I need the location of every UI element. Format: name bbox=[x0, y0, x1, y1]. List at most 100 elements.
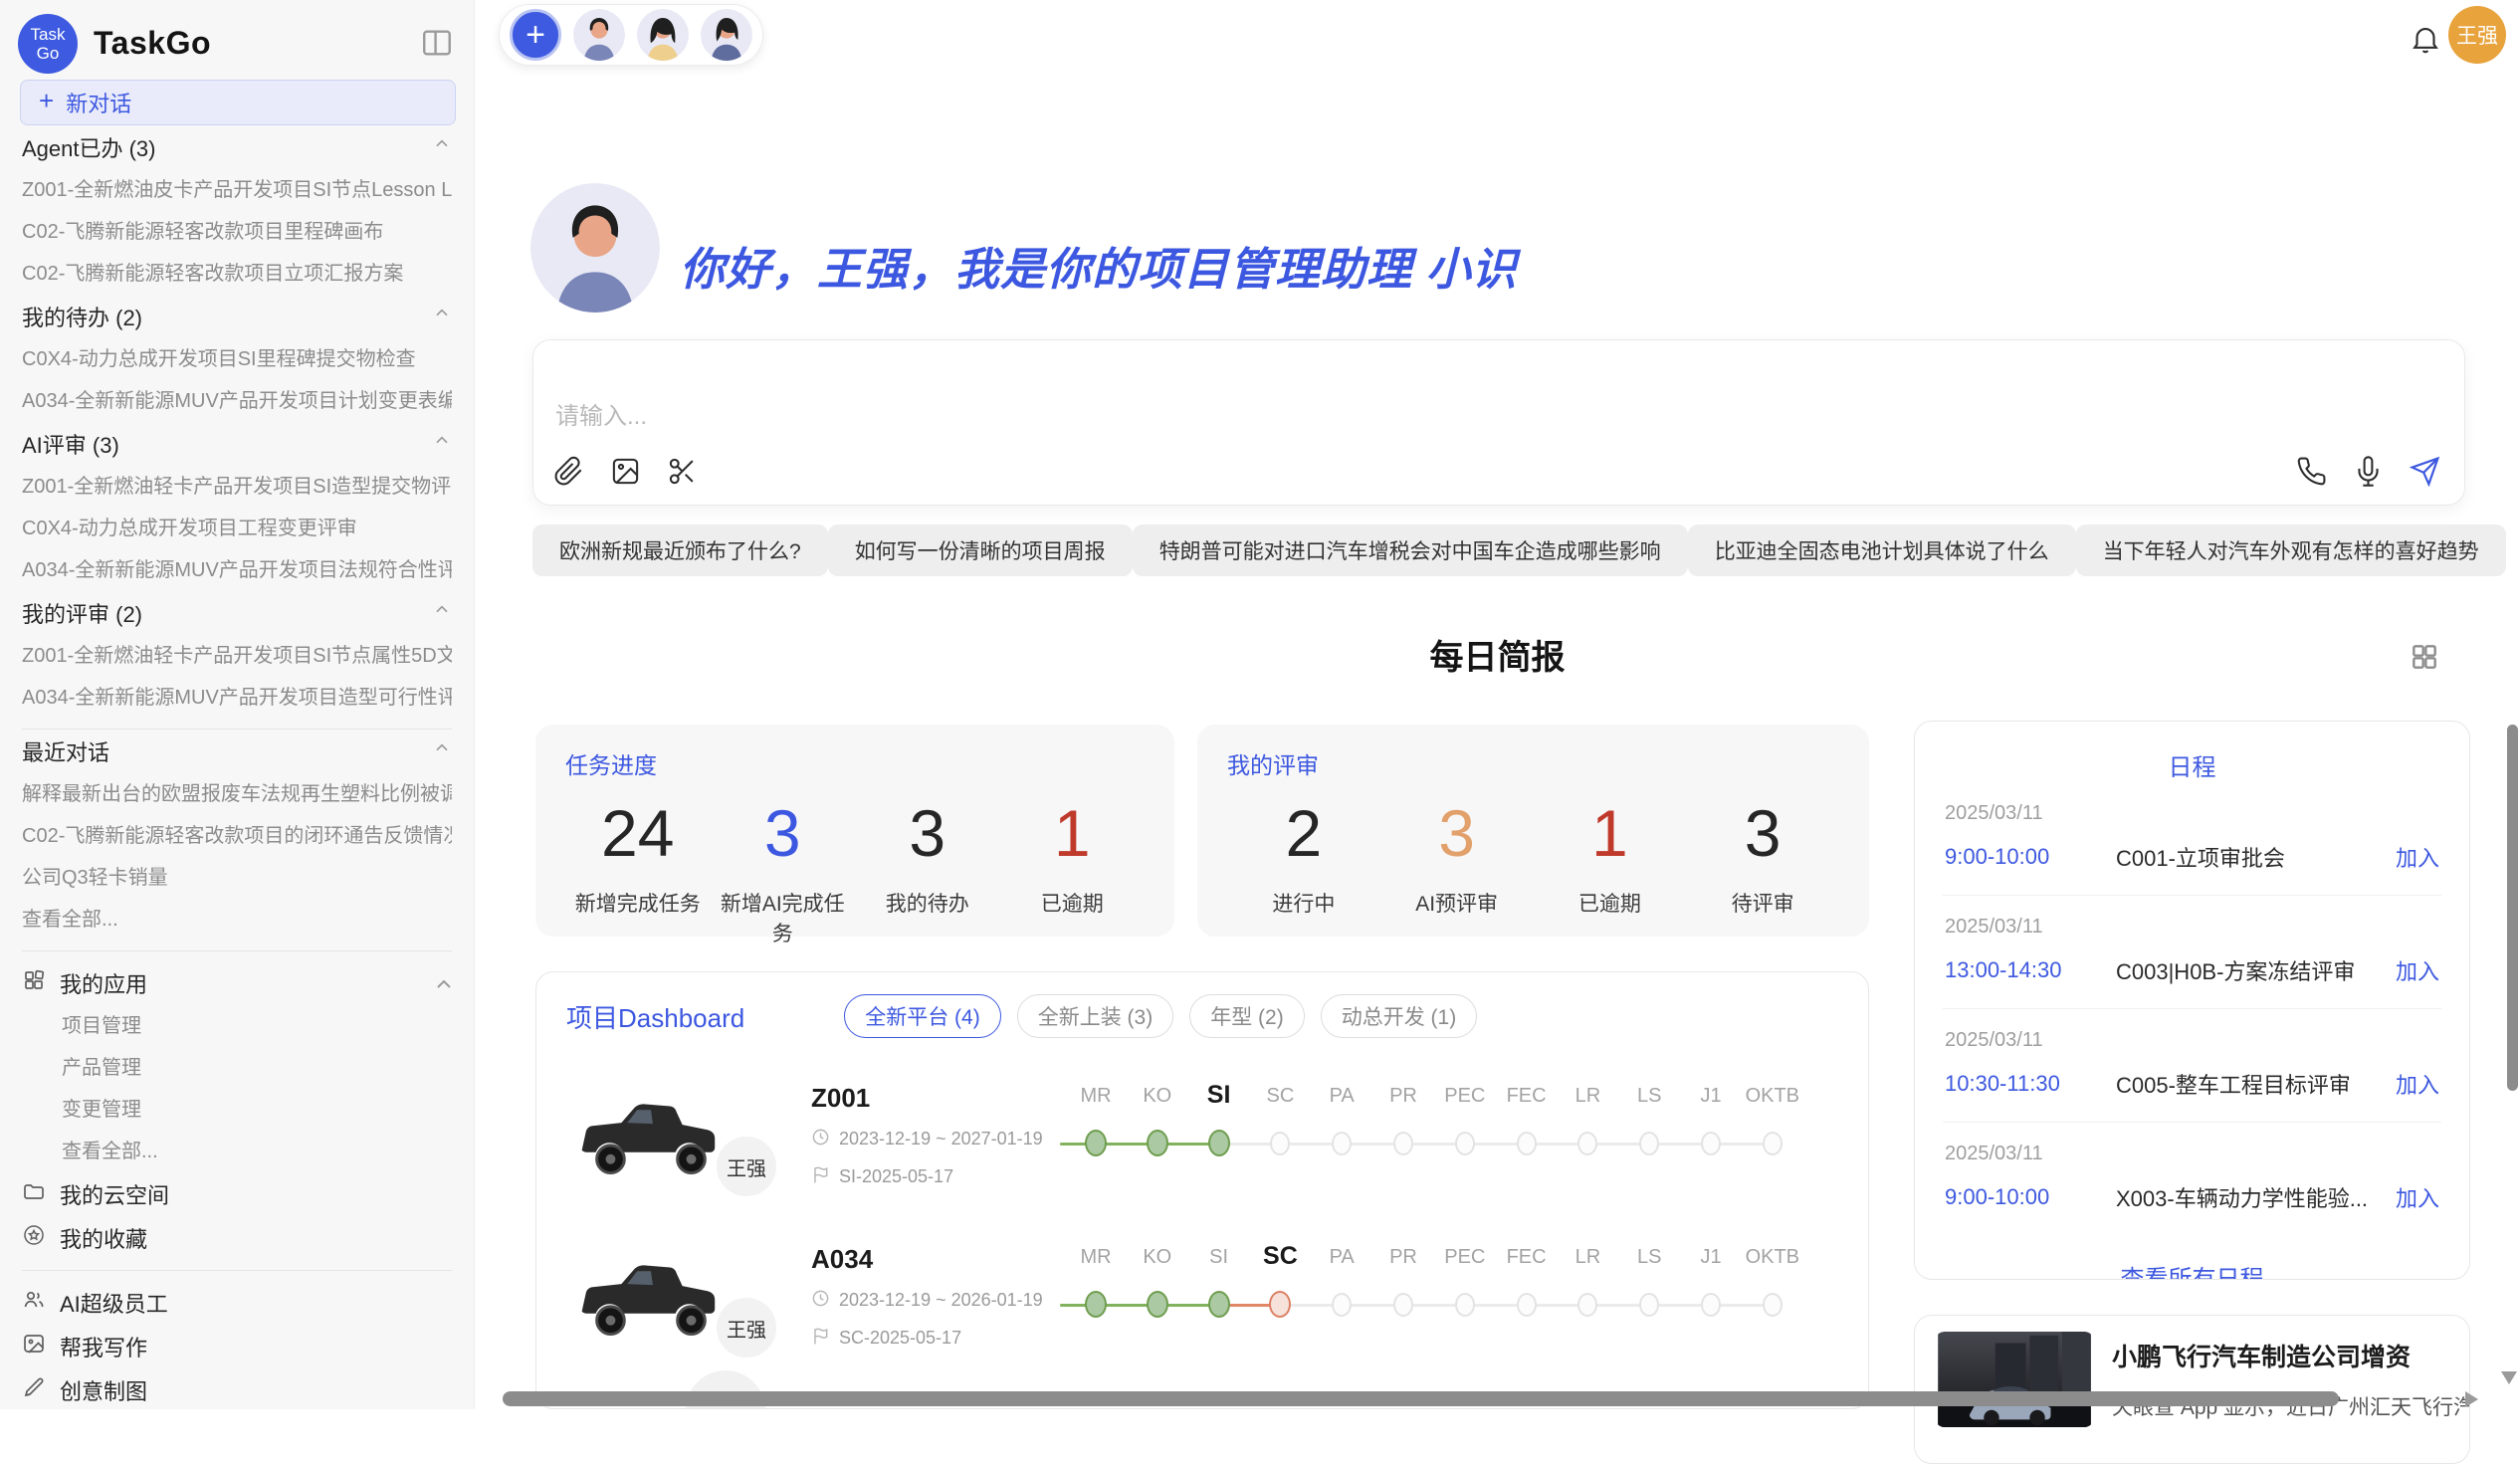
sidebar-row-label: 帮我写作 bbox=[60, 1331, 452, 1362]
schedule-title: 日程 bbox=[1943, 747, 2441, 782]
dashboard-filter-chip[interactable]: 动总开发 (1) bbox=[1321, 994, 1478, 1038]
new-chat-button[interactable]: + 新对话 bbox=[20, 80, 456, 125]
scissors-icon[interactable] bbox=[667, 456, 698, 487]
new-session-button[interactable]: + bbox=[510, 9, 561, 61]
schedule-event: 2025/03/11 13:00-14:30C003|H0B-方案冻结评审加入 bbox=[1943, 896, 2441, 1009]
sidebar-section-header[interactable]: 我的评审 (2) bbox=[22, 591, 452, 635]
project-code: A034 bbox=[811, 1244, 1060, 1275]
view-all-chats-link[interactable]: 查看全部... bbox=[22, 899, 452, 941]
dashboard-filter-chip[interactable]: 全新平台 (4) bbox=[844, 994, 1001, 1038]
sidebar-item-help-me-write[interactable]: 帮我写作 bbox=[22, 1325, 452, 1368]
milestone-dot bbox=[1393, 1132, 1413, 1155]
dashboard-filter-chip[interactable]: 全新上装 (3) bbox=[1017, 994, 1174, 1038]
paperclip-icon[interactable] bbox=[553, 456, 584, 487]
stat-value: 3 bbox=[855, 794, 1000, 872]
user-avatar[interactable]: 王强 bbox=[2448, 6, 2506, 64]
sidebar-section-header[interactable]: Agent已办 (3) bbox=[22, 125, 452, 169]
milestone-dot bbox=[1332, 1293, 1352, 1317]
sidebar-section-header[interactable]: AI评审 (3) bbox=[22, 422, 452, 466]
join-link[interactable]: 加入 bbox=[2396, 841, 2439, 873]
join-link[interactable]: 加入 bbox=[2396, 954, 2439, 986]
milestone-dot bbox=[1147, 1291, 1168, 1318]
event-date: 2025/03/11 bbox=[1945, 916, 2439, 939]
session-avatar[interactable] bbox=[637, 9, 689, 61]
sidebar-item[interactable]: C0X4-动力总成开发项目工程变更评审 bbox=[22, 508, 452, 549]
stat-item: 2进行中 bbox=[1227, 794, 1380, 918]
scroll-right-arrow-icon[interactable] bbox=[2465, 1391, 2478, 1407]
sidebar-item[interactable]: Z001-全新燃油轻卡产品开发项目SI节点属性5D文件评审 bbox=[22, 635, 452, 677]
layout-grid-icon[interactable] bbox=[2409, 641, 2440, 673]
microphone-icon[interactable] bbox=[2353, 456, 2384, 487]
milestone-dot bbox=[1639, 1132, 1659, 1155]
sidebar-item-favorites[interactable]: 我的收藏 bbox=[22, 1216, 452, 1260]
app-sub-item[interactable]: 变更管理 bbox=[22, 1089, 452, 1131]
date-range-text: 2023-12-19 ~ 2026-01-19 bbox=[839, 1290, 1043, 1311]
phone-icon[interactable] bbox=[2296, 456, 2327, 487]
stat-label: 新增完成任务 bbox=[565, 888, 711, 918]
sidebar-item[interactable]: Z001-全新燃油轻卡产品开发项目SI造型提交物评审 bbox=[22, 466, 452, 508]
join-link[interactable]: 加入 bbox=[2396, 1181, 2439, 1213]
app-sub-item[interactable]: 产品管理 bbox=[22, 1047, 452, 1089]
milestone-dot bbox=[1085, 1291, 1107, 1318]
dashboard-filters: 全新平台 (4) 全新上装 (3) 年型 (2) 动总开发 (1) bbox=[844, 994, 1477, 1038]
sidebar-header: Task Go TaskGo bbox=[0, 0, 474, 74]
message-composer bbox=[532, 339, 2465, 506]
project-flag-date: SC-2025-05-17 bbox=[811, 1327, 1060, 1351]
project-owner-badge: 王强 bbox=[714, 1295, 779, 1360]
sidebar-section-header[interactable]: 我的待办 (2) bbox=[22, 295, 452, 338]
app-title: TaskGo bbox=[94, 25, 211, 62]
recent-chat-item[interactable]: C02-飞腾新能源轻客改款项目的闭环通告反馈情况 bbox=[22, 815, 452, 857]
stat-item: 3待评审 bbox=[1686, 794, 1839, 918]
sidebar-item[interactable]: A034-全新新能源MUV产品开发项目法规符合性评审 bbox=[22, 549, 452, 591]
milestone-dot bbox=[1639, 1293, 1659, 1317]
project-car-image: 王强 bbox=[566, 1086, 734, 1185]
sidebar-item-cloud-space[interactable]: 我的云空间 bbox=[22, 1172, 452, 1216]
sidebar-collapse-icon[interactable] bbox=[420, 26, 454, 60]
suggestion-chips: 欧洲新规最近颁布了什么?如何写一份清晰的项目周报特朗普可能对进口汽车增税会对中国… bbox=[532, 524, 2465, 576]
image-icon[interactable] bbox=[610, 456, 641, 487]
sidebar-item[interactable]: C0X4-动力总成开发项目SI里程碑提交物检查 bbox=[22, 338, 452, 380]
recent-chat-item[interactable]: 公司Q3轻卡销量 bbox=[22, 857, 452, 899]
sidebar-item[interactable]: Z001-全新燃油皮卡产品开发项目SI节点Lesson Learn报告 bbox=[22, 169, 452, 211]
sidebar-item[interactable]: C02-飞腾新能源轻客改款项目立项汇报方案 bbox=[22, 253, 452, 295]
dashboard-filter-chip[interactable]: 年型 (2) bbox=[1189, 994, 1305, 1038]
daily-briefing-title: 每日简报 bbox=[475, 630, 2520, 679]
event-row: 13:00-14:30C003|H0B-方案冻结评审加入 bbox=[1945, 954, 2439, 986]
session-avatar[interactable] bbox=[573, 9, 625, 61]
view-all-schedule-link[interactable]: 查看所有日程 bbox=[1943, 1259, 2441, 1280]
sidebar-item-creative-drawing[interactable]: 创意制图 bbox=[22, 1368, 452, 1409]
stat-label: 待评审 bbox=[1686, 888, 1839, 918]
sidebar-item[interactable]: A034-全新新能源MUV产品开发项目造型可行性评审 bbox=[22, 677, 452, 719]
send-icon[interactable] bbox=[2410, 456, 2440, 487]
milestone-dot bbox=[1147, 1130, 1168, 1156]
news-card[interactable]: 小鹏飞行汽车制造公司增资 天眼查 App 显示，近日广州汇天飞行汽... bbox=[1914, 1315, 2470, 1464]
suggestion-chip[interactable]: 比亚迪全固态电池计划具体说了什么 bbox=[1688, 524, 2076, 576]
horizontal-scrollbar[interactable] bbox=[503, 1391, 2339, 1406]
scroll-down-arrow-icon[interactable] bbox=[2501, 1371, 2517, 1384]
sidebar-item[interactable]: C02-飞腾新能源轻客改款项目里程碑画布 bbox=[22, 211, 452, 253]
suggestion-chip[interactable]: 如何写一份清晰的项目周报 bbox=[828, 524, 1133, 576]
app-sub-item[interactable]: 项目管理 bbox=[22, 1005, 452, 1047]
view-all-apps-link[interactable]: 查看全部... bbox=[22, 1131, 452, 1172]
app-logo-line1: Task bbox=[31, 25, 66, 44]
sidebar-item-ai-super-staff[interactable]: AI超级员工 bbox=[22, 1281, 452, 1325]
suggestion-chip[interactable]: 特朗普可能对进口汽车增税会对中国车企造成哪些影响 bbox=[1133, 524, 1688, 576]
suggestion-chip[interactable]: 欧洲新规最近颁布了什么? bbox=[532, 524, 828, 576]
sidebar-item-my-apps[interactable]: 我的应用 bbox=[22, 961, 452, 1005]
notification-bell-icon[interactable] bbox=[2409, 22, 2442, 56]
event-row: 9:00-10:00X003-车辆动力学性能验...加入 bbox=[1945, 1181, 2439, 1213]
sidebar-item[interactable]: A034-全新新能源MUV产品开发项目计划变更表编写 bbox=[22, 380, 452, 422]
milestone-dot bbox=[1517, 1293, 1537, 1317]
vertical-scrollbar[interactable] bbox=[2507, 725, 2518, 1091]
pen-icon bbox=[22, 1375, 46, 1405]
stat-value: 2 bbox=[1227, 794, 1380, 872]
join-link[interactable]: 加入 bbox=[2396, 1068, 2439, 1100]
sidebar-section-header[interactable]: 最近对话 bbox=[22, 730, 452, 773]
apps-grid-icon bbox=[22, 968, 46, 998]
session-avatar[interactable] bbox=[701, 9, 752, 61]
schedule-card: 日程 2025/03/119:00-10:00C001-立项审批会加入2025/… bbox=[1914, 721, 2470, 1280]
recent-chat-item[interactable]: 解释最新出台的欧盟报废车法规再生塑料比例被调至15%... bbox=[22, 773, 452, 815]
milestone-dot bbox=[1455, 1132, 1475, 1155]
suggestion-chip[interactable]: 当下年轻人对汽车外观有怎样的喜好趋势 bbox=[2076, 524, 2506, 576]
message-input[interactable] bbox=[533, 340, 2464, 440]
